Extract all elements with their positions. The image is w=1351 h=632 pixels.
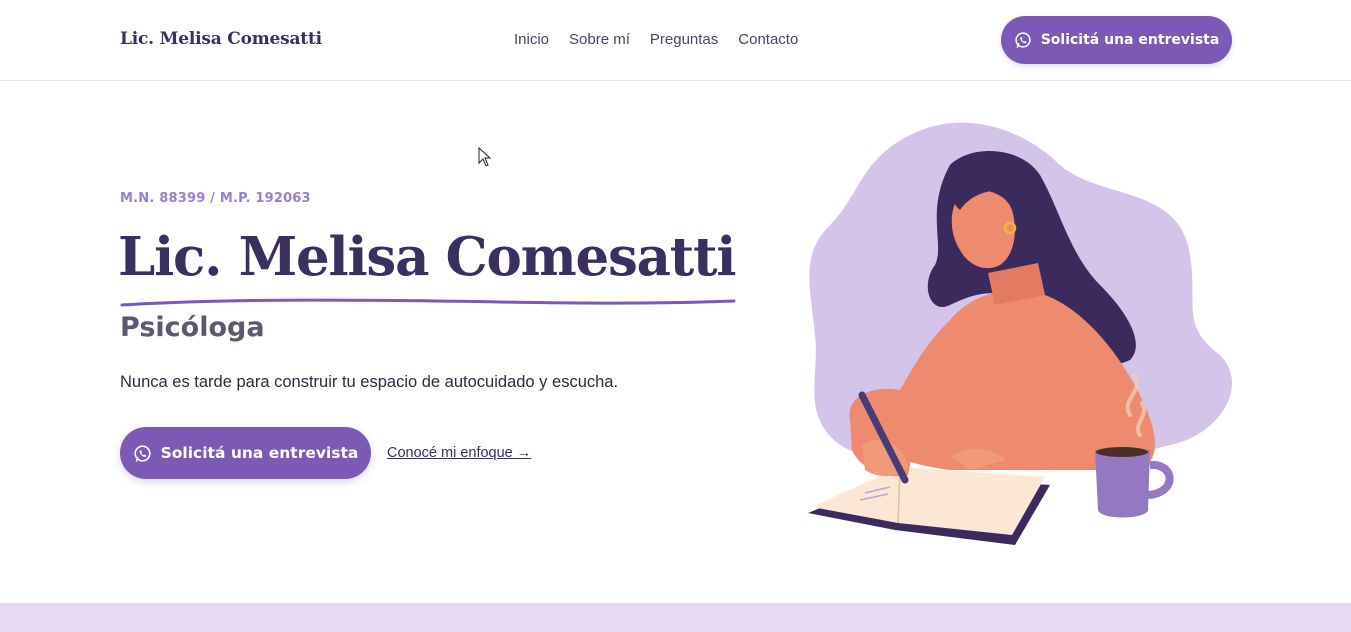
hero-subtitle: Psicóloga <box>120 312 265 343</box>
brand-logo[interactable]: Lic. Melisa Comesatti <box>120 29 322 49</box>
hero-tagline: Nunca es tarde para construir tu espacio… <box>120 373 619 391</box>
header-interview-button[interactable]: Solicitá una entrevista <box>1001 16 1232 64</box>
site-header: Lic. Melisa Comesatti Inicio Sobre mí Pr… <box>0 0 1351 81</box>
whatsapp-icon <box>1015 32 1031 48</box>
nav-item-sobre-mi[interactable]: Sobre mí <box>569 31 630 48</box>
title-underline-decoration <box>120 298 736 307</box>
approach-link[interactable]: Conocé mi enfoque → <box>387 445 531 461</box>
nav-item-preguntas[interactable]: Preguntas <box>650 31 718 48</box>
hero-title: Lic. Melisa Comesatti <box>118 226 736 288</box>
hero-interview-label: Solicitá una entrevista <box>160 444 359 462</box>
main-nav: Inicio Sobre mí Preguntas Contacto <box>514 31 798 48</box>
nav-item-inicio[interactable]: Inicio <box>514 31 549 48</box>
hero-interview-button[interactable]: Solicitá una entrevista <box>120 427 371 479</box>
mouse-cursor-icon <box>478 147 492 167</box>
header-interview-label: Solicitá una entrevista <box>1040 32 1220 48</box>
woman-writing-illustration <box>808 122 1232 545</box>
license-numbers: M.N. 88399 / M.P. 192063 <box>120 191 311 206</box>
whatsapp-icon <box>134 444 151 462</box>
next-section-band <box>0 603 1351 632</box>
nav-item-contacto[interactable]: Contacto <box>738 31 798 48</box>
notebook-pages <box>812 467 1045 535</box>
coffee-mug <box>1095 450 1150 518</box>
